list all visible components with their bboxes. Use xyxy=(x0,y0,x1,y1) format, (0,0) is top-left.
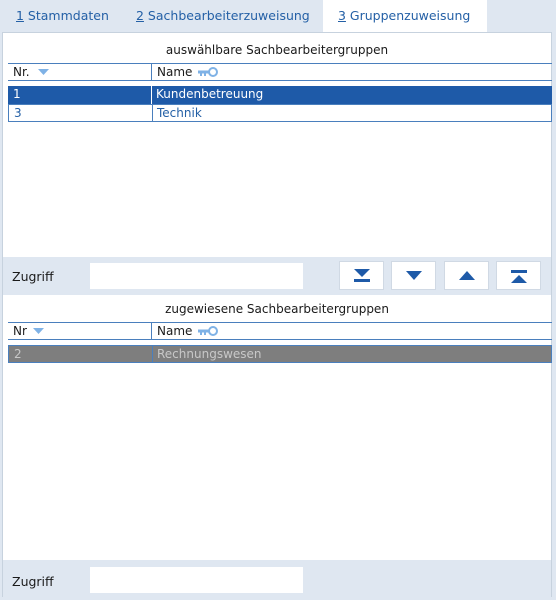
column-label-name: Name xyxy=(157,65,193,79)
grid-header: Nr. Name xyxy=(8,63,552,81)
cell-name: Kundenbetreuung xyxy=(156,87,264,101)
cell-nr: 3 xyxy=(14,106,22,120)
cell-nr: 2 xyxy=(14,347,22,361)
cell-name: Rechnungswesen xyxy=(157,347,262,361)
move-all-up-button[interactable] xyxy=(496,261,541,290)
assigned-groups-title: zugewiesene Sachbearbeitergruppen xyxy=(165,302,389,316)
available-groups-grid: Nr. Name 1 Kundenbetreuung 3 Technik xyxy=(8,63,552,263)
move-all-down-button[interactable] xyxy=(339,261,384,290)
arrow-down-icon xyxy=(406,271,422,280)
tab-number: 2 xyxy=(136,8,144,23)
column-label-nr: Nr. xyxy=(13,65,30,79)
tab-gruppenzuweisung[interactable]: 3 Gruppenzuweisung xyxy=(323,0,487,32)
group-assignment-panel: auswählbare Sachbearbeitergruppen Nr. Na… xyxy=(2,32,552,598)
tab-label: Stammdaten xyxy=(23,8,109,23)
column-header-name[interactable]: Name xyxy=(151,64,552,80)
tab-label: Gruppenzuweisung xyxy=(345,8,471,23)
table-row[interactable]: 1 Kundenbetreuung xyxy=(8,86,552,104)
tab-label: Sachbearbeiterzuweisung xyxy=(143,8,310,23)
column-label-nr: Nr xyxy=(13,324,27,338)
arrow-down-bar-icon xyxy=(354,269,370,282)
available-filter-input[interactable] xyxy=(90,263,303,289)
arrow-up-icon xyxy=(459,271,475,280)
tab-number: 3 xyxy=(338,8,346,23)
column-divider xyxy=(151,86,152,104)
key-icon xyxy=(198,67,218,77)
table-row[interactable]: 2 Rechnungswesen xyxy=(8,345,552,363)
assigned-groups-grid: Nr Name 2 Rechnungswesen xyxy=(8,322,552,562)
column-header-name[interactable]: Name xyxy=(151,323,552,339)
move-down-button[interactable] xyxy=(391,261,436,290)
column-header-nr[interactable]: Nr xyxy=(8,323,151,339)
move-up-button[interactable] xyxy=(444,261,489,290)
column-divider xyxy=(152,346,153,362)
assigned-filter-bar: Zugriff xyxy=(3,560,551,598)
assigned-filter-input[interactable] xyxy=(90,567,303,593)
cell-name: Technik xyxy=(157,106,202,120)
key-icon xyxy=(198,326,218,336)
column-header-nr[interactable]: Nr. xyxy=(8,64,151,80)
cell-nr: 1 xyxy=(13,87,21,101)
sort-descending-icon xyxy=(38,69,49,75)
grid-header: Nr Name xyxy=(8,322,552,340)
arrow-up-bar-icon xyxy=(511,270,527,283)
tab-number: 1 xyxy=(16,8,24,23)
tab-bar: 1 Stammdaten 2 Sachbearbeiterzuweisung 3… xyxy=(0,0,556,32)
table-row[interactable]: 3 Technik xyxy=(8,104,552,122)
available-filter-bar: Zugriff xyxy=(3,257,551,295)
available-groups-title: auswählbare Sachbearbeitergruppen xyxy=(165,43,389,57)
sort-descending-icon xyxy=(33,328,44,334)
tab-sachbearbeiterzuweisung[interactable]: 2 Sachbearbeiterzuweisung xyxy=(136,0,310,32)
filter-label: Zugriff xyxy=(12,574,54,589)
column-divider xyxy=(152,105,153,121)
filter-label: Zugriff xyxy=(12,269,54,284)
column-label-name: Name xyxy=(157,324,193,338)
tab-stammdaten[interactable]: 1 Stammdaten xyxy=(16,0,109,32)
